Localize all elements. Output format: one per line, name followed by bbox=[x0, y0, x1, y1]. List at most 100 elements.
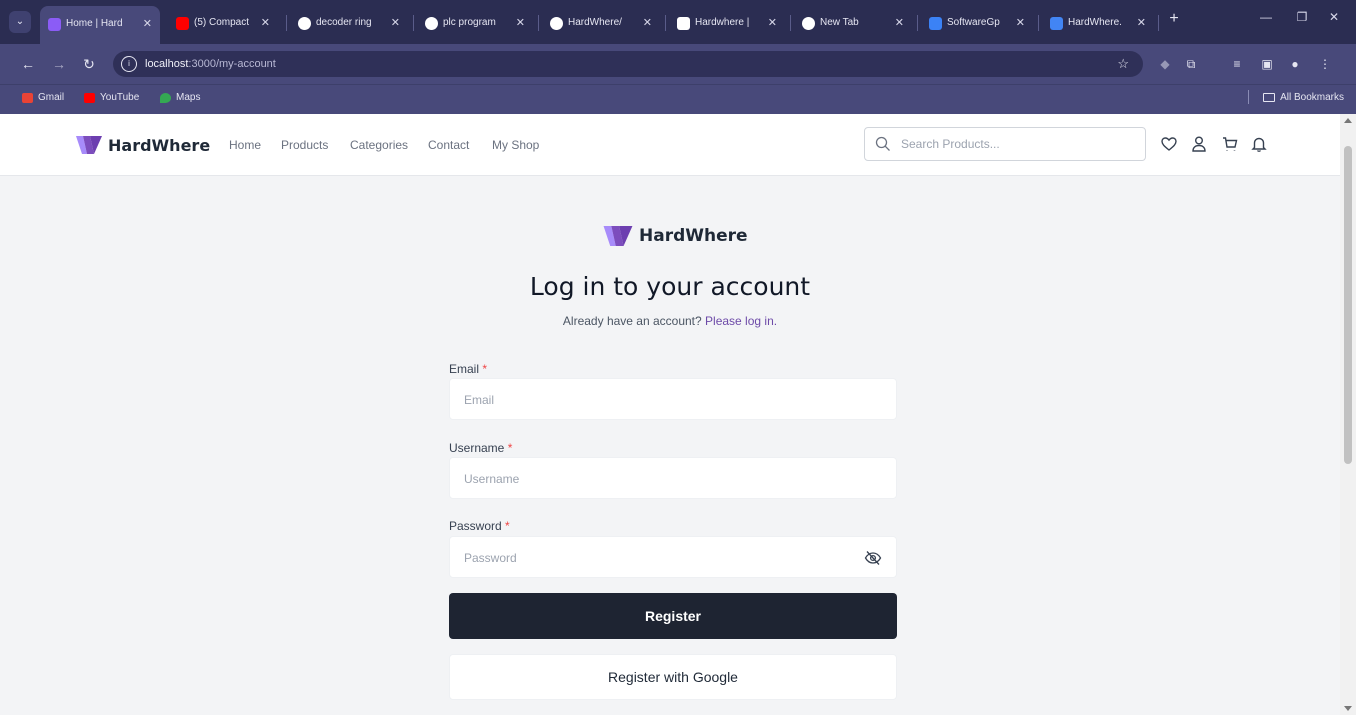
username-label-text: Username bbox=[449, 441, 505, 455]
tab-title: Hardwhere | bbox=[695, 17, 750, 28]
address-bar[interactable]: i localhost:3000/my-account ☆ bbox=[113, 51, 1143, 77]
close-tab-icon[interactable]: ✕ bbox=[643, 8, 652, 38]
tab-title: HardWhere/ bbox=[568, 17, 622, 28]
extension-icon[interactable]: ◆ bbox=[1154, 53, 1176, 75]
extensions-puzzle-icon[interactable]: ⧉ bbox=[1180, 53, 1202, 75]
url-host: localhost bbox=[145, 58, 189, 70]
tab-youtube[interactable]: (5) Compact ✕ bbox=[168, 8, 278, 38]
site-header: HardWhere Home Products Categories Conta… bbox=[0, 114, 1340, 176]
form-brand-name: HardWhere bbox=[639, 226, 748, 246]
close-tab-icon[interactable]: ✕ bbox=[143, 6, 152, 42]
close-tab-icon[interactable]: ✕ bbox=[391, 8, 400, 38]
bookmark-label: Gmail bbox=[38, 92, 65, 103]
tab-search-button[interactable]: ⌄ bbox=[9, 11, 31, 33]
site-info-icon[interactable]: i bbox=[121, 56, 137, 72]
password-label-text: Password bbox=[449, 519, 502, 533]
login-link[interactable]: Please log in. bbox=[705, 314, 777, 328]
close-tab-icon[interactable]: ✕ bbox=[1016, 8, 1025, 38]
login-page: HardWhere Log in to your account Already… bbox=[0, 176, 1340, 715]
tab-decoder-ring[interactable]: decoder ring ✕ bbox=[290, 8, 408, 38]
reading-list-icon[interactable]: ≡ bbox=[1226, 53, 1248, 75]
tab-new-tab[interactable]: New Tab ✕ bbox=[794, 8, 912, 38]
brand-logo[interactable]: HardWhere bbox=[76, 134, 210, 156]
browser-toolbar: ← → ↻ i localhost:3000/my-account ☆ ◆ ⧉ … bbox=[0, 44, 1356, 84]
nav-products[interactable]: Products bbox=[281, 138, 328, 152]
tab-divider bbox=[286, 15, 287, 31]
hardwhere-logo-icon bbox=[603, 226, 633, 246]
notification-bell-icon[interactable] bbox=[1250, 135, 1268, 153]
search-icon bbox=[875, 136, 890, 151]
bookmark-maps[interactable]: Maps bbox=[160, 85, 200, 111]
brand-name: HardWhere bbox=[108, 135, 211, 155]
google-favicon-icon bbox=[425, 17, 438, 30]
form-brand-logo: HardWhere bbox=[603, 226, 748, 246]
back-arrow-icon[interactable]: ← bbox=[17, 53, 39, 75]
tab-hardwhere-doc[interactable]: Hardwhere | ✕ bbox=[669, 8, 785, 38]
login-prompt: Already have an account? Please log in. bbox=[0, 314, 1340, 328]
eye-slash-icon[interactable] bbox=[864, 549, 882, 567]
scroll-up-arrow-icon[interactable] bbox=[1344, 118, 1352, 123]
docs-favicon-icon bbox=[1050, 17, 1063, 30]
required-mark: * bbox=[505, 519, 510, 533]
required-mark: * bbox=[482, 362, 488, 376]
maps-icon bbox=[160, 93, 171, 103]
softwaregp-favicon-icon bbox=[929, 17, 942, 30]
register-button[interactable]: Register bbox=[449, 593, 897, 639]
chrome-favicon-icon bbox=[802, 17, 815, 30]
close-tab-icon[interactable]: ✕ bbox=[895, 8, 904, 38]
reload-icon[interactable]: ↻ bbox=[78, 53, 100, 75]
tab-title: plc program bbox=[443, 17, 496, 28]
account-user-icon[interactable] bbox=[1190, 135, 1208, 153]
username-placeholder: Username bbox=[464, 472, 520, 486]
tab-title: decoder ring bbox=[316, 17, 372, 28]
tab-divider bbox=[790, 15, 791, 31]
all-bookmarks-label: All Bookmarks bbox=[1280, 92, 1344, 103]
close-tab-icon[interactable]: ✕ bbox=[1137, 8, 1146, 38]
forward-arrow-icon[interactable]: → bbox=[48, 53, 70, 75]
bookmarks-divider bbox=[1248, 90, 1250, 105]
bookmark-youtube[interactable]: YouTube bbox=[84, 85, 139, 111]
new-tab-button[interactable]: + bbox=[1164, 10, 1184, 28]
bookmark-star-icon[interactable]: ☆ bbox=[1117, 51, 1129, 77]
url-text: localhost:3000/my-account bbox=[145, 51, 276, 77]
tab-softwaregp[interactable]: SoftwareGp ✕ bbox=[921, 8, 1033, 38]
scrollbar-thumb[interactable] bbox=[1344, 146, 1352, 464]
password-field[interactable]: Password bbox=[449, 536, 897, 578]
bookmark-gmail[interactable]: Gmail bbox=[22, 85, 64, 111]
tab-title: SoftwareGp bbox=[947, 17, 1000, 28]
side-panel-icon[interactable]: ▣ bbox=[1256, 53, 1278, 75]
all-bookmarks-button[interactable]: All Bookmarks bbox=[1248, 85, 1344, 111]
cart-icon[interactable] bbox=[1221, 135, 1239, 153]
login-prompt-text: Already have an account? bbox=[562, 314, 702, 328]
minimize-icon[interactable]: — bbox=[1256, 10, 1276, 24]
browser-menu-icon[interactable]: ⋮ bbox=[1314, 53, 1336, 75]
youtube-icon bbox=[84, 93, 95, 103]
search-input[interactable]: Search Products... bbox=[864, 127, 1146, 161]
restore-icon[interactable]: ❐ bbox=[1292, 10, 1312, 24]
password-placeholder: Password bbox=[464, 551, 517, 565]
github-favicon-icon bbox=[550, 17, 563, 30]
search-placeholder: Search Products... bbox=[901, 137, 1000, 151]
close-window-icon[interactable]: ✕ bbox=[1324, 10, 1344, 24]
nav-home[interactable]: Home bbox=[229, 138, 261, 152]
username-field[interactable]: Username bbox=[449, 457, 897, 499]
close-tab-icon[interactable]: ✕ bbox=[768, 8, 777, 38]
tab-divider bbox=[1158, 15, 1159, 31]
tab-plc-program[interactable]: plc program ✕ bbox=[417, 8, 533, 38]
tab-hardwhere-docs[interactable]: HardWhere. ✕ bbox=[1042, 8, 1154, 38]
profile-avatar-icon[interactable]: ● bbox=[1284, 53, 1306, 75]
wishlist-heart-icon[interactable] bbox=[1160, 135, 1178, 153]
tab-home-hardwhere[interactable]: Home | Hard ✕ bbox=[40, 6, 160, 44]
close-tab-icon[interactable]: ✕ bbox=[261, 8, 270, 38]
email-label-text: Email bbox=[449, 362, 480, 376]
page-scrollbar[interactable] bbox=[1340, 114, 1356, 715]
close-tab-icon[interactable]: ✕ bbox=[516, 8, 525, 38]
email-field[interactable]: Email bbox=[449, 378, 897, 420]
register-with-google-button[interactable]: Register with Google bbox=[449, 654, 897, 700]
nav-contact[interactable]: Contact bbox=[428, 138, 469, 152]
nav-my-shop[interactable]: My Shop bbox=[492, 138, 539, 152]
scroll-down-arrow-icon[interactable] bbox=[1344, 706, 1352, 711]
hardwhere-logo-icon bbox=[76, 136, 102, 154]
tab-github-hardwhere[interactable]: HardWhere/ ✕ bbox=[542, 8, 660, 38]
nav-categories[interactable]: Categories bbox=[350, 138, 408, 152]
